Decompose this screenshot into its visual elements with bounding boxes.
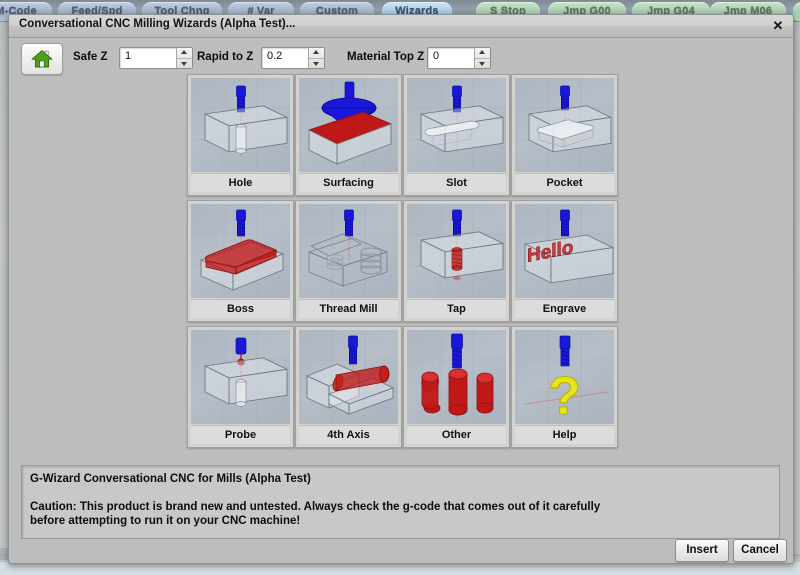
cancel-button[interactable]: Cancel: [733, 539, 787, 562]
wizard-tile-other[interactable]: Other: [403, 326, 510, 448]
background-tab-jmp-goto[interactable]: Jmp GOTO: [793, 2, 800, 21]
wizard-thumbnail-other-icon: [407, 330, 506, 424]
wizard-tile-slot[interactable]: Slot: [403, 74, 510, 196]
spinner-decrement-button[interactable]: [309, 58, 324, 68]
wizard-tile-surfacing[interactable]: Surfacing: [295, 74, 402, 196]
field-label-rapid-to-z: Rapid to Z: [197, 51, 254, 63]
dialog-title: Conversational CNC Milling Wizards (Alph…: [19, 18, 296, 30]
conversational-cnc-dialog: Conversational CNC Milling Wizards (Alph…: [8, 14, 794, 564]
wizard-tile-boss[interactable]: Boss: [187, 200, 294, 322]
wizard-thumbnail-slot-icon: [407, 78, 506, 172]
wizard-tile-label: Surfacing: [299, 173, 398, 192]
spinner-increment-button[interactable]: [309, 48, 324, 57]
wizard-tile-help[interactable]: ? Help: [511, 326, 618, 448]
wizard-thumbnail-hole-icon: [191, 78, 290, 172]
wizard-thumbnail-help-icon: ?: [515, 330, 614, 424]
spinner-value[interactable]: 0: [433, 50, 439, 62]
wizard-thumbnail-boss-icon: [191, 204, 290, 298]
field-label-safe-z: Safe Z: [73, 51, 108, 63]
wizard-tile-label: Probe: [191, 425, 290, 444]
spinner-buttons: [308, 48, 324, 68]
close-icon[interactable]: ✕: [769, 17, 787, 35]
wizard-tile-label: Engrave: [515, 299, 614, 318]
wizard-tile-thread-mill[interactable]: Thread Mill: [295, 200, 402, 322]
wizard-thumbnail-threadmill-icon: [299, 204, 398, 298]
spinner-buttons: [474, 48, 490, 68]
wizard-tile-label: Other: [407, 425, 506, 444]
spinner-value[interactable]: 1: [125, 50, 131, 62]
info-panel: G-Wizard Conversational CNC for Mills (A…: [21, 465, 780, 539]
wizard-tile-label: 4th Axis: [299, 425, 398, 444]
wizard-tile-label: Pocket: [515, 173, 614, 192]
wizard-thumbnail-tap-icon: [407, 204, 506, 298]
wizard-thumbnail-probe-icon: [191, 330, 290, 424]
info-title: G-Wizard Conversational CNC for Mills (A…: [30, 473, 311, 485]
wizard-tile-label: Thread Mill: [299, 299, 398, 318]
wizard-thumbnail-fourthaxis-icon: [299, 330, 398, 424]
wizard-tile-label: Tap: [407, 299, 506, 318]
wizard-tile-probe[interactable]: Probe: [187, 326, 294, 448]
wizard-tile-engrave[interactable]: Hello Engrave: [511, 200, 618, 322]
spinner-safe-z[interactable]: 1: [119, 47, 193, 69]
wizard-tile-pocket[interactable]: Pocket: [511, 74, 618, 196]
spinner-decrement-button[interactable]: [177, 58, 192, 68]
wizard-thumbnail-pocket-icon: [515, 78, 614, 172]
insert-button[interactable]: Insert: [675, 539, 729, 562]
svg-text:?: ?: [548, 366, 581, 424]
wizard-tile-label: Hole: [191, 173, 290, 192]
spinner-increment-button[interactable]: [177, 48, 192, 57]
wizard-tile-label: Slot: [407, 173, 506, 192]
info-caution-line-2: before attempting to run it on your CNC …: [30, 515, 301, 527]
wizard-tile-tap[interactable]: Tap: [403, 200, 510, 322]
spinner-rapid-to-z[interactable]: 0.2: [261, 47, 325, 69]
home-button[interactable]: [21, 43, 63, 75]
dialog-title-bar: Conversational CNC Milling Wizards (Alph…: [9, 15, 793, 38]
wizard-tile-label: Help: [515, 425, 614, 444]
wizard-tile-label: Boss: [191, 299, 290, 318]
spinner-value[interactable]: 0.2: [267, 50, 282, 62]
parameter-toolbar: Safe Z 1 Rapid to Z 0.2 Material Top Z 0: [9, 38, 793, 76]
wizard-thumbnail-engrave-icon: Hello: [515, 204, 614, 298]
spinner-decrement-button[interactable]: [475, 58, 490, 68]
spinner-buttons: [176, 48, 192, 68]
info-caution-line-1: Caution: This product is brand new and u…: [30, 501, 601, 513]
wizard-thumbnail-surfacing-icon: [299, 78, 398, 172]
wizard-tile-hole[interactable]: Hole: [187, 74, 294, 196]
field-label-material-top-z: Material Top Z: [347, 51, 425, 63]
wizard-grid: Hole Surfacing Slot Pocket Boss Thread Mill Ta…: [187, 74, 623, 460]
wizard-tile-4th-axis[interactable]: 4th Axis: [295, 326, 402, 448]
spinner-material-top-z[interactable]: 0: [427, 47, 491, 69]
spinner-increment-button[interactable]: [475, 48, 490, 57]
